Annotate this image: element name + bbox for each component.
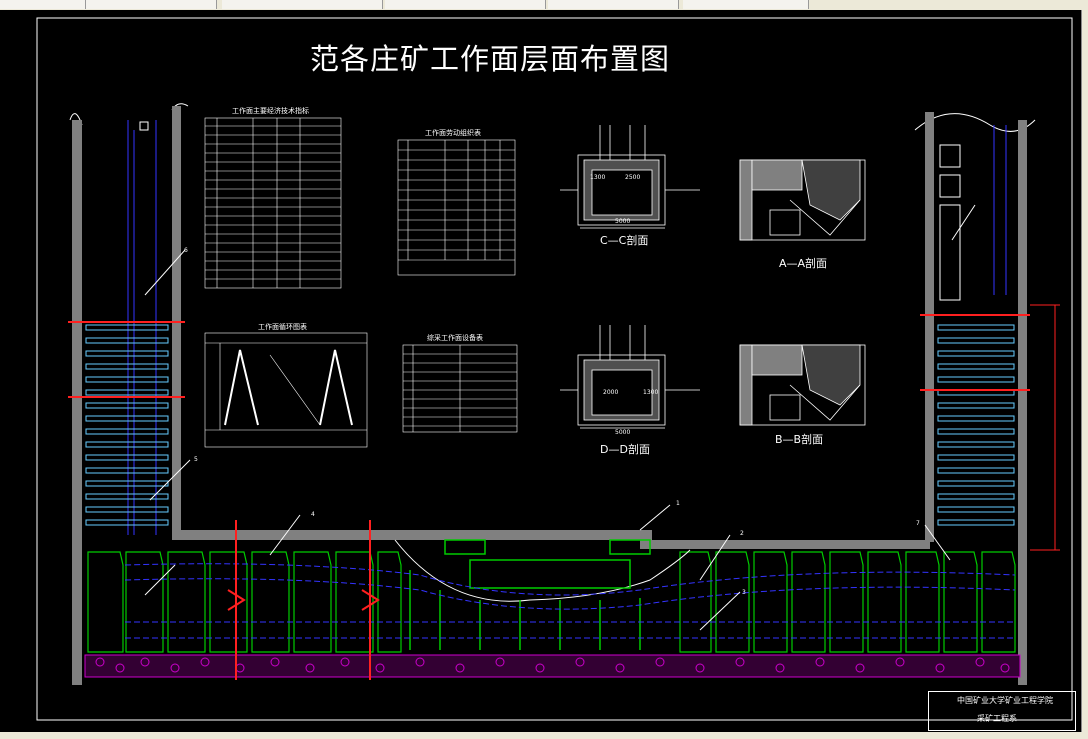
cad-drawing-canvas[interactable]: 范各庄矿工作面层面布置图 工作面主要经济技术指标 工作面劳动组织表 工作面循环图… <box>0 10 1088 732</box>
dim-cc-w1: 1300 <box>590 174 606 181</box>
face-equipment <box>409 539 651 650</box>
toolbar-segment[interactable] <box>0 0 86 9</box>
toolbar-segment[interactable] <box>86 0 217 9</box>
callout-5: 5 <box>194 456 198 463</box>
face-roadway <box>172 530 650 540</box>
toolbar-segment[interactable] <box>385 0 546 9</box>
section-label-aa: A—A剖面 <box>779 257 828 270</box>
callout-2: 2 <box>740 530 744 537</box>
right-roadway-wall <box>1018 120 1027 685</box>
dim-dd-total: 5000 <box>615 429 631 436</box>
callout-7: 7 <box>916 520 920 527</box>
table-title-tech: 工作面主要经济技术指标 <box>232 107 309 115</box>
table-title-equipment: 综采工作面设备表 <box>427 334 483 342</box>
table-labor <box>397 139 516 276</box>
section-label-cc: C—C剖面 <box>600 234 649 247</box>
section-label-dd: D—D剖面 <box>600 443 650 456</box>
section-bb <box>739 344 866 426</box>
dim-cc-w2: 2500 <box>625 174 641 181</box>
gob-area <box>84 654 1021 678</box>
table-title-cycle: 工作面循环图表 <box>258 323 307 331</box>
toolbar-segment[interactable] <box>222 0 383 9</box>
title-block-dept: 采矿工程系 <box>977 714 1017 723</box>
callout-6: 6 <box>184 247 188 254</box>
dim-dd-w2: 1300 <box>643 389 659 396</box>
status-bar <box>0 732 1088 739</box>
title-block: 中国矿业大学矿业工程学院 采矿工程系 <box>928 691 1076 731</box>
toolbar-segment[interactable] <box>683 0 809 9</box>
callout-1: 1 <box>676 500 680 507</box>
right-roadway-wall <box>925 112 934 542</box>
drawing-title: 范各庄矿工作面层面布置图 <box>310 42 671 76</box>
table-cycle <box>204 332 368 448</box>
coal-pillars <box>87 551 1016 653</box>
table-title-labor: 工作面劳动组织表 <box>425 129 481 137</box>
face-roadway <box>650 540 930 549</box>
section-dd <box>560 325 700 429</box>
toolbar-segment[interactable] <box>548 0 679 9</box>
drawing-svg <box>36 17 1073 721</box>
dim-dd-w1: 2000 <box>603 389 619 396</box>
vertical-scrollbar[interactable] <box>1081 10 1088 732</box>
callout-4: 4 <box>311 511 315 518</box>
left-roadway-wall <box>72 120 82 685</box>
table-tech-indicators <box>204 117 342 289</box>
drawing-frame <box>36 17 1073 721</box>
dim-cc-total: 5000 <box>615 218 631 225</box>
callout-3: 3 <box>742 589 746 596</box>
section-aa <box>739 159 866 241</box>
support-rows-right <box>937 324 1015 526</box>
section-label-bb: B—B剖面 <box>775 433 824 446</box>
table-equipment <box>402 344 518 433</box>
title-block-school: 中国矿业大学矿业工程学院 <box>957 696 1053 705</box>
